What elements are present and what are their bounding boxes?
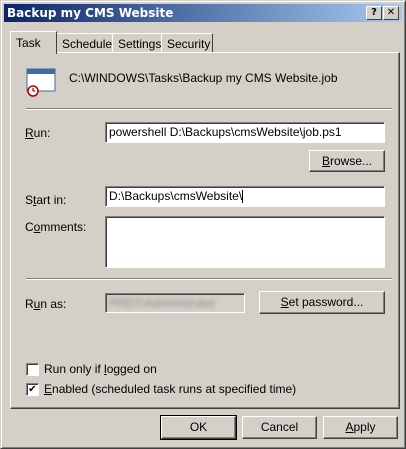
title-bar[interactable]: Backup my CMS Website ? ✕	[4, 4, 402, 22]
browse-button[interactable]: Browse...	[309, 150, 385, 172]
comments-textarea[interactable]	[105, 216, 385, 268]
tab-task-label: Task	[16, 36, 41, 50]
window-title: Backup my CMS Website	[7, 6, 174, 20]
scheduled-task-icon	[26, 68, 56, 97]
text-caret	[242, 190, 244, 204]
close-icon: ✕	[386, 7, 396, 18]
run-as-value: PRDT\Administrator	[109, 296, 216, 310]
run-label: Run:	[25, 126, 51, 140]
run-as-label: Run as:	[25, 297, 67, 311]
check-icon: ✔	[28, 384, 37, 395]
ok-button[interactable]: OK	[160, 415, 237, 440]
task-properties-dialog: Backup my CMS Website ? ✕ Task Schedule …	[0, 0, 406, 449]
apply-button[interactable]: Apply	[323, 416, 398, 439]
run-only-if-logged-on-checkbox[interactable]	[26, 363, 39, 376]
tab-security[interactable]: Security	[161, 33, 213, 52]
help-icon: ?	[371, 7, 377, 18]
tab-security-label: Security	[167, 37, 211, 51]
tab-schedule[interactable]: Schedule	[56, 33, 113, 52]
comments-label: Comments:	[25, 220, 87, 234]
run-command-input[interactable]: powershell D:\Backups\cmsWebsite\job.ps1	[105, 122, 385, 143]
set-password-button[interactable]: Set password...	[259, 291, 385, 314]
task-tab-panel: C:\WINDOWS\Tasks\Backup my CMS Website.j…	[10, 52, 400, 409]
start-in-label: Start in:	[25, 193, 67, 207]
separator-middle	[26, 278, 392, 280]
task-file-path: C:\WINDOWS\Tasks\Backup my CMS Website.j…	[69, 71, 338, 85]
close-button[interactable]: ✕	[383, 6, 399, 20]
enabled-checkbox[interactable]: ✔	[26, 383, 39, 396]
separator-top	[26, 108, 392, 110]
enabled-label[interactable]: Enabled (scheduled task runs at specifie…	[44, 382, 296, 396]
run-as-input[interactable]: PRDT\Administrator	[105, 293, 245, 313]
tab-settings[interactable]: Settings	[112, 33, 162, 52]
tab-schedule-label: Schedule	[62, 37, 113, 51]
tab-settings-label: Settings	[118, 37, 162, 51]
run-only-if-logged-on-label[interactable]: Run only if logged on	[44, 362, 157, 376]
cancel-button[interactable]: Cancel	[242, 416, 317, 439]
tab-task[interactable]: Task	[10, 31, 57, 54]
tab-strip: Task Schedule Settings Security	[10, 31, 400, 54]
start-in-input[interactable]: D:\Backups\cmsWebsite\	[105, 186, 385, 207]
help-button[interactable]: ?	[366, 6, 382, 20]
